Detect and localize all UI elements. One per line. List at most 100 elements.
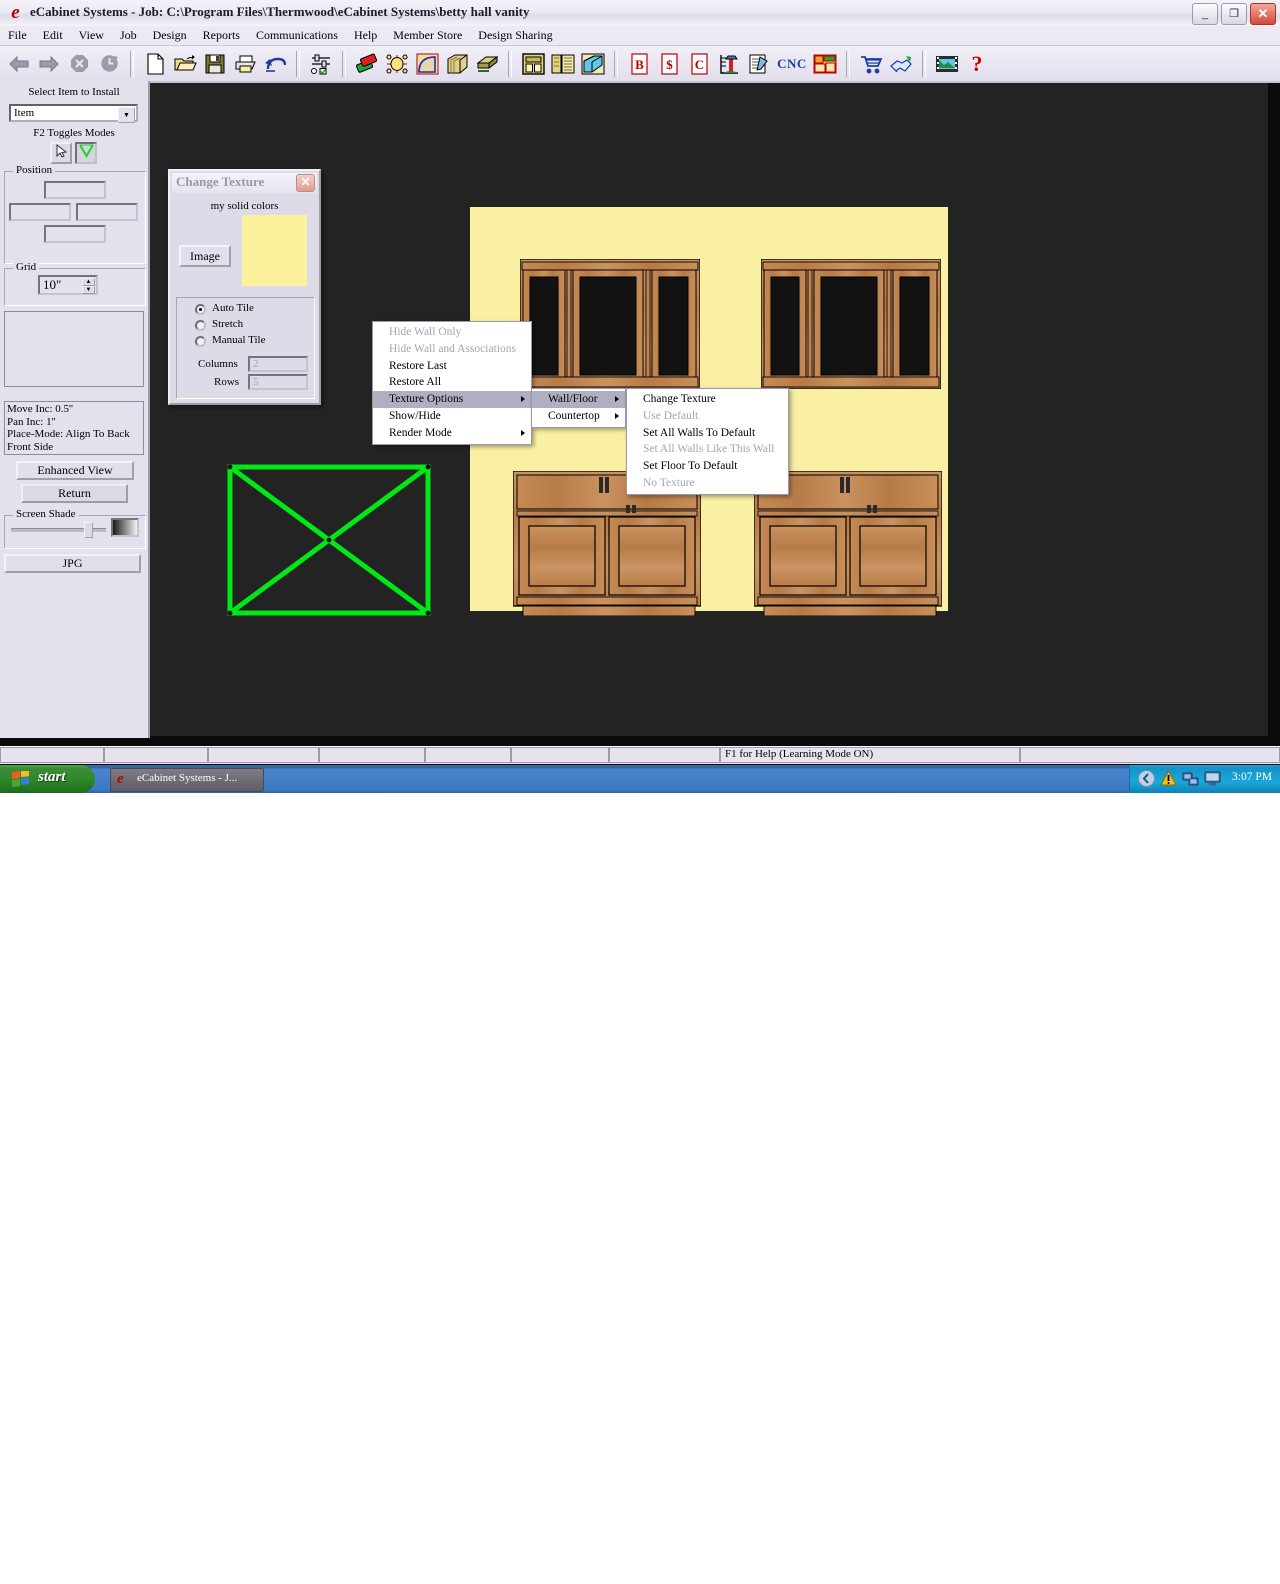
start-button[interactable]: start [0, 765, 95, 793]
elevation-icon[interactable] [715, 50, 743, 78]
upper-cabinet-left[interactable] [520, 259, 700, 389]
cabinet-icon[interactable] [519, 50, 547, 78]
title-bar: e eCabinet Systems - Job: C:\Program Fil… [0, 0, 1280, 27]
menu-row-change-texture[interactable]: Change Texture [627, 391, 788, 408]
chevron-down-icon[interactable]: ▼ [118, 107, 135, 123]
warning-shield-icon[interactable] [1160, 769, 1177, 792]
grid-stepper[interactable]: ▲ ▼ [82, 278, 95, 294]
bid-report-icon[interactable]: B [625, 50, 653, 78]
molding-icon[interactable] [413, 50, 441, 78]
menu-row-texture-options[interactable]: Texture Options [373, 391, 531, 408]
menu-item-view[interactable]: View [71, 26, 112, 45]
chevron-left-icon[interactable] [1138, 770, 1155, 792]
menu-row-set-floor-to-default[interactable]: Set Floor To Default [627, 458, 788, 475]
grid-spinner[interactable]: 10" ▲ ▼ [38, 275, 98, 295]
screen-shade-slider-thumb[interactable] [84, 522, 93, 538]
help-question-icon[interactable]: ? [963, 50, 991, 78]
menu-item-edit[interactable]: Edit [35, 26, 71, 45]
image-button[interactable]: Image [179, 245, 231, 267]
handshake-icon[interactable] [887, 50, 915, 78]
menu-row-no-texture: No Texture [643, 476, 695, 489]
jpg-button[interactable]: JPG [4, 554, 141, 573]
forward-arrow-icon[interactable] [35, 50, 63, 78]
pointer-mode-button[interactable] [50, 142, 72, 164]
maximize-button[interactable]: ❐ [1221, 3, 1247, 25]
menu-item-reports[interactable]: Reports [195, 26, 248, 45]
color-swatch[interactable] [242, 215, 307, 286]
menu-row-restore-last[interactable]: Restore Last [373, 358, 531, 375]
enhanced-view-button[interactable]: Enhanced View [16, 461, 134, 480]
context-menu-root[interactable]: Hide Wall Only Hide Wall and Association… [372, 321, 532, 445]
position-field-top[interactable] [44, 181, 106, 199]
options-sliders-icon[interactable] [307, 50, 335, 78]
countertop-icon[interactable] [473, 50, 501, 78]
print-icon[interactable] [231, 50, 259, 78]
selection-rectangle[interactable] [225, 462, 433, 618]
close-icon: ✕ [1257, 6, 1269, 21]
menu-row-countertop[interactable]: Countertop [532, 408, 625, 425]
status-panel-7 [609, 747, 720, 763]
pricing-report-icon[interactable]: $ [655, 50, 683, 78]
wireframe-mode-button[interactable] [75, 142, 97, 164]
undo-icon[interactable] [261, 50, 289, 78]
position-field-right[interactable] [76, 203, 138, 221]
return-button[interactable]: Return [21, 484, 128, 503]
taskbar-item-label: eCabinet Systems - J... [137, 772, 238, 784]
menu-row-restore-all[interactable]: Restore All [373, 374, 531, 391]
cabinet-library-icon[interactable] [549, 50, 577, 78]
context-submenu-wall-floor[interactable]: Change Texture Use Default Set All Walls… [626, 388, 789, 495]
menu-item-communications[interactable]: Communications [248, 26, 346, 45]
dialog-close-icon[interactable]: ✕ [296, 174, 315, 192]
menu-row-render-mode[interactable]: Render Mode [373, 425, 531, 442]
notes-icon[interactable] [745, 50, 773, 78]
radio-auto-tile[interactable] [195, 304, 206, 315]
display-icon[interactable] [1204, 770, 1221, 792]
crown-profile-icon[interactable] [443, 50, 471, 78]
stop-icon[interactable] [65, 50, 93, 78]
position-field-left[interactable] [9, 203, 71, 221]
save-disk-icon[interactable] [201, 50, 229, 78]
upper-cabinet-right[interactable] [761, 259, 941, 389]
rows-input[interactable]: 5 [248, 374, 308, 390]
taskbar-item-ecabinet[interactable]: e eCabinet Systems - J... [110, 768, 264, 792]
paint-tubes-icon[interactable] [353, 50, 381, 78]
minimize-button[interactable]: _ [1192, 3, 1218, 25]
menu-row-set-all-walls-to-default[interactable]: Set All Walls To Default [627, 425, 788, 442]
refresh-icon[interactable] [95, 50, 123, 78]
flooring-icon[interactable] [579, 50, 607, 78]
grid-step-up-icon[interactable]: ▲ [82, 278, 95, 286]
status-panel-2 [104, 747, 208, 763]
radio-stretch[interactable] [195, 320, 206, 331]
menu-item-job[interactable]: Job [112, 26, 145, 45]
open-folder-icon[interactable] [171, 50, 199, 78]
cursor-arrow-icon [56, 143, 67, 163]
cnc-icon[interactable]: CNC [775, 50, 809, 78]
change-texture-dialog[interactable]: Change Texture ✕ my solid colors Image A… [168, 169, 321, 405]
radio-manual-tile[interactable] [195, 336, 206, 347]
menu-row-wall-floor[interactable]: Wall/Floor [532, 391, 625, 408]
hardware-icon[interactable] [383, 50, 411, 78]
grid-step-down-icon[interactable]: ▼ [82, 286, 95, 294]
radio-manual-tile-label: Manual Tile [212, 334, 266, 346]
menu-item-file[interactable]: File [0, 26, 35, 45]
position-field-bottom[interactable] [44, 225, 106, 243]
dialog-title-bar[interactable]: Change Texture ✕ [172, 173, 317, 193]
new-file-icon[interactable] [141, 50, 169, 78]
context-submenu-texture-options[interactable]: Wall/Floor Countertop [531, 388, 626, 428]
rows-label: Rows [214, 376, 240, 388]
back-arrow-icon[interactable] [5, 50, 33, 78]
film-strip-icon[interactable] [933, 50, 961, 78]
menu-item-help[interactable]: Help [346, 26, 385, 45]
menu-item-design-sharing[interactable]: Design Sharing [470, 26, 560, 45]
close-button[interactable]: ✕ [1250, 3, 1276, 25]
menu-item-member-store[interactable]: Member Store [385, 26, 470, 45]
menu-item-design[interactable]: Design [145, 26, 195, 45]
columns-input[interactable]: 2 [248, 356, 308, 372]
shopping-cart-icon[interactable] [857, 50, 885, 78]
network-icon[interactable] [1182, 770, 1199, 792]
cutlist-report-icon[interactable]: C [685, 50, 713, 78]
menu-row-show-hide[interactable]: Show/Hide [373, 408, 531, 425]
item-combo[interactable]: Item ▼ [9, 104, 138, 123]
nesting-icon[interactable] [811, 50, 839, 78]
submenu-arrow-icon [615, 396, 619, 402]
